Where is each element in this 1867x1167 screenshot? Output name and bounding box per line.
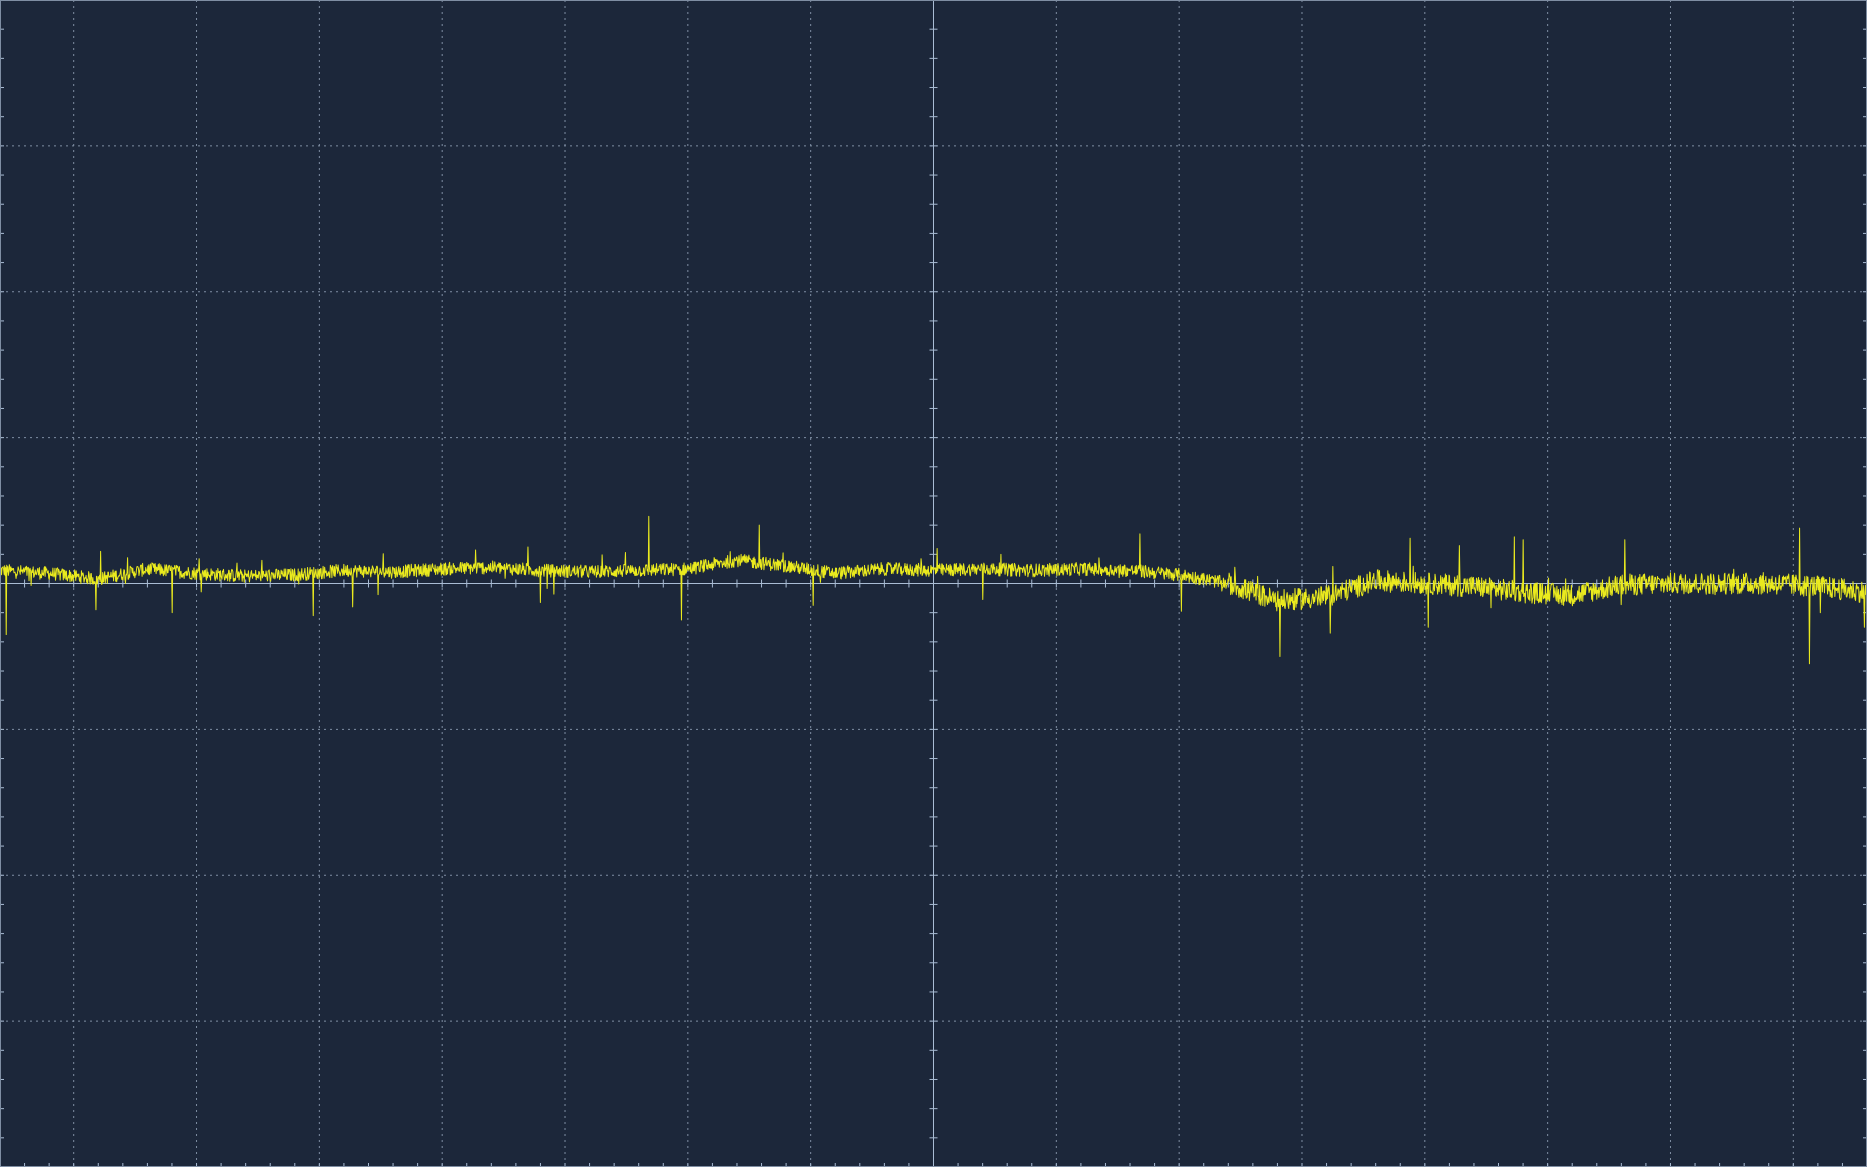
oscilloscope-display (0, 0, 1867, 1167)
